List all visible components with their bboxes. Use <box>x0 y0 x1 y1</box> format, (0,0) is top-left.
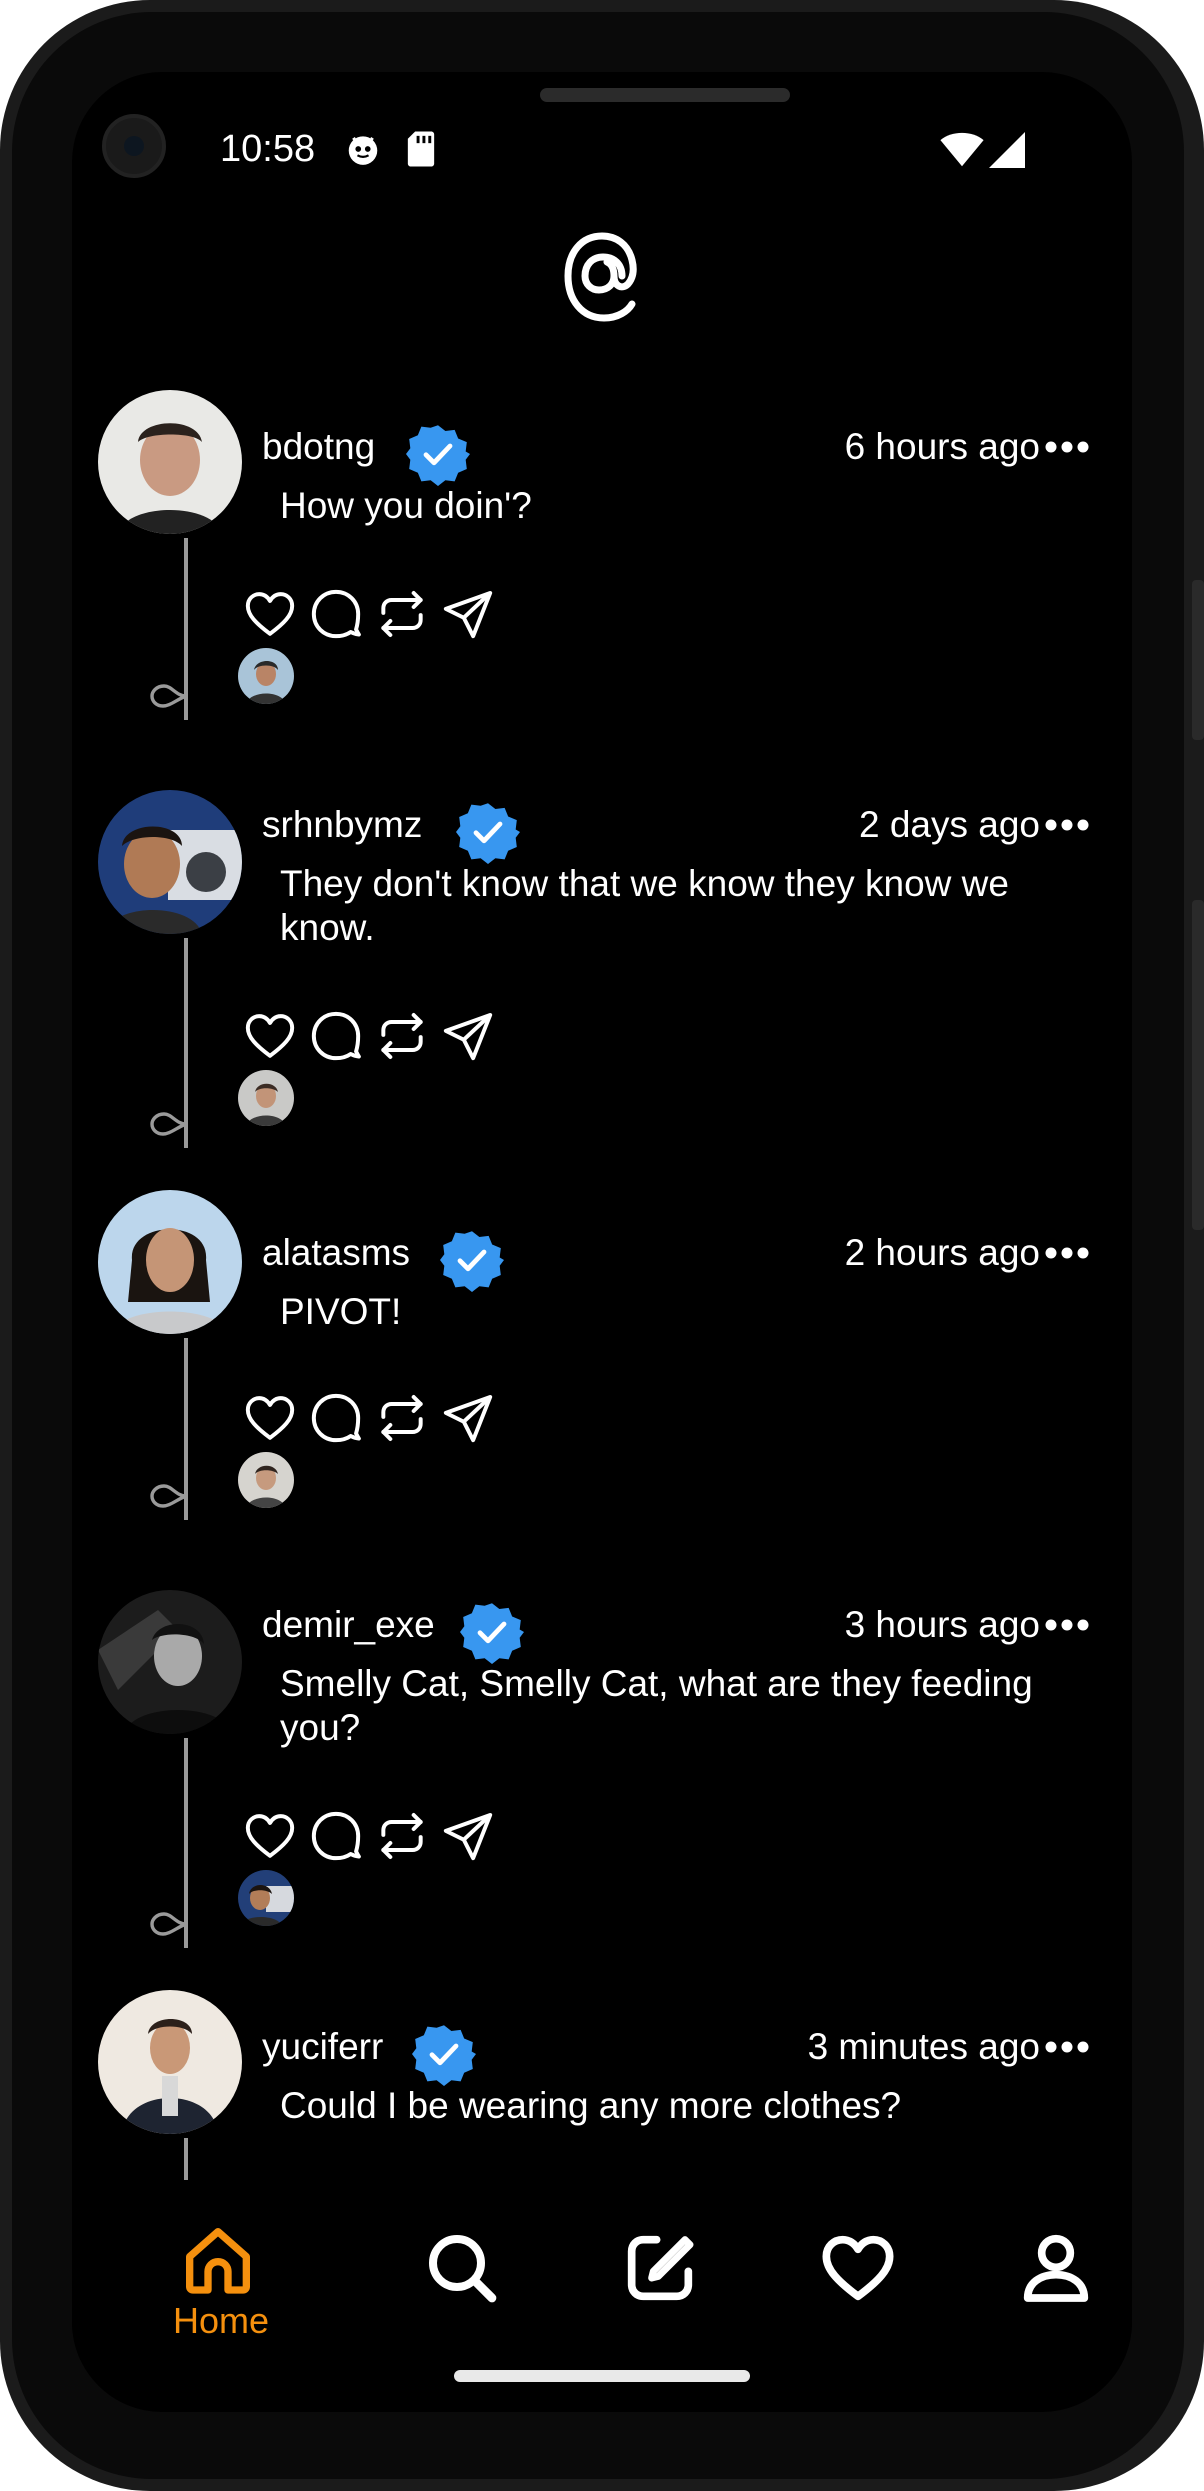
compose-icon[interactable] <box>620 2228 700 2308</box>
power-button <box>1192 900 1204 1230</box>
app-screen: 10:58 bdotng 6 hours ago How you doin'? … <box>72 72 1132 2412</box>
repost-icon[interactable] <box>374 1008 430 1064</box>
avatar[interactable] <box>98 1190 242 1334</box>
post-text: Smelly Cat, Smelly Cat, what are they fe… <box>280 1663 1033 1748</box>
more-options-icon[interactable] <box>1044 2040 1090 2054</box>
bottom-tab-bar: Home <box>72 2180 1132 2360</box>
username[interactable]: yuciferr <box>262 2026 383 2068</box>
reply-avatar[interactable] <box>238 1870 294 1926</box>
post-time: 3 minutes ago <box>807 2026 1040 2067</box>
more-options-icon[interactable] <box>1044 818 1090 832</box>
share-send-icon[interactable] <box>440 1008 496 1064</box>
post-time: 2 days ago <box>858 804 1040 845</box>
thread-loop-icon <box>146 1104 186 1144</box>
thread-feed: bdotng 6 hours ago How you doin'? srhnby… <box>72 72 1132 2186</box>
more-options-icon[interactable] <box>1044 440 1090 454</box>
reply-avatar[interactable] <box>238 1070 294 1126</box>
search-icon[interactable] <box>422 2228 502 2308</box>
username[interactable]: srhnbymz <box>262 804 422 846</box>
verified-badge-icon <box>456 800 520 864</box>
avatar[interactable] <box>98 790 242 934</box>
username[interactable]: alatasms <box>262 1232 410 1274</box>
volume-button <box>1192 580 1204 740</box>
like-heart-icon[interactable] <box>242 1390 298 1446</box>
reply-comment-icon[interactable] <box>308 1808 364 1864</box>
thread-loop-icon <box>146 1476 186 1516</box>
post-text: They don't know that we know they know w… <box>280 863 1009 948</box>
like-heart-icon[interactable] <box>242 586 298 642</box>
verified-badge-icon <box>412 2022 476 2086</box>
repost-icon[interactable] <box>374 1390 430 1446</box>
tab-home-label[interactable]: Home <box>156 2300 286 2342</box>
verified-badge-icon <box>440 1228 504 1292</box>
repost-icon[interactable] <box>374 1808 430 1864</box>
thread-line <box>184 2138 188 2186</box>
avatar[interactable] <box>98 1590 242 1734</box>
post-text: How you doin'? <box>280 485 532 526</box>
avatar[interactable] <box>98 1990 242 2134</box>
phone-frame: 10:58 bdotng 6 hours ago How you doin'? … <box>0 0 1204 2491</box>
share-send-icon[interactable] <box>440 1808 496 1864</box>
more-options-icon[interactable] <box>1044 1246 1090 1260</box>
reply-comment-icon[interactable] <box>308 1008 364 1064</box>
like-heart-icon[interactable] <box>242 1008 298 1064</box>
share-send-icon[interactable] <box>440 586 496 642</box>
avatar[interactable] <box>98 390 242 534</box>
reply-comment-icon[interactable] <box>308 1390 364 1446</box>
more-options-icon[interactable] <box>1044 1618 1090 1632</box>
post-time: 3 hours ago <box>844 1604 1040 1645</box>
reply-avatar[interactable] <box>238 648 294 704</box>
verified-badge-icon <box>460 1600 524 1664</box>
thread-loop-icon <box>146 1904 186 1944</box>
thread-loop-icon <box>146 676 186 716</box>
username[interactable]: demir_exe <box>262 1604 435 1646</box>
post-text: Could I be wearing any more clothes? <box>280 2085 902 2126</box>
repost-icon[interactable] <box>374 586 430 642</box>
post-time: 6 hours ago <box>844 426 1040 467</box>
like-heart-icon[interactable] <box>242 1808 298 1864</box>
username[interactable]: bdotng <box>262 426 375 468</box>
home-indicator[interactable] <box>454 2370 750 2382</box>
share-send-icon[interactable] <box>440 1390 496 1446</box>
post-time: 2 hours ago <box>844 1232 1040 1273</box>
verified-badge-icon <box>406 422 470 486</box>
profile-icon[interactable] <box>1016 2228 1096 2308</box>
home-icon[interactable] <box>178 2220 258 2300</box>
activity-heart-icon[interactable] <box>818 2228 898 2308</box>
reply-avatar[interactable] <box>238 1452 294 1508</box>
post-text: PIVOT! <box>280 1291 402 1332</box>
reply-comment-icon[interactable] <box>308 586 364 642</box>
